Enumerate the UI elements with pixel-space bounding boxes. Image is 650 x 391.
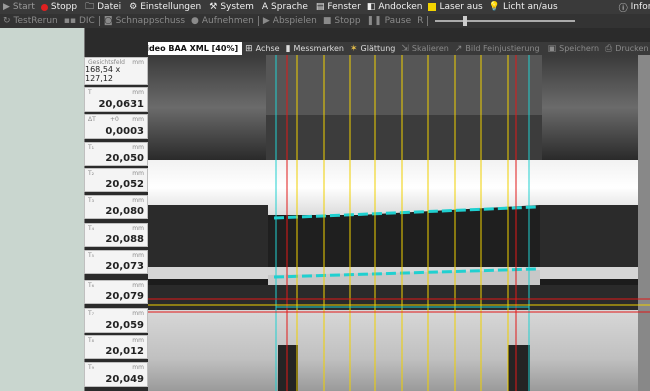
adjust-icon: ↗ [454, 43, 463, 54]
field-delta-t: ΔT +0 mm 0,0003 [84, 114, 148, 139]
pause-icon: ❚❚ [366, 16, 382, 26]
laser-aus-button[interactable]: Laser aus [425, 0, 485, 14]
stopp-button[interactable]: Stopp [38, 0, 80, 14]
stop-icon: ■ [322, 16, 332, 26]
field-gesichtsfeld: Gesichtsfeld mm 168,54 x 127,12 [84, 57, 148, 85]
record-icon: ● [191, 16, 199, 26]
separator [427, 16, 429, 26]
info-menu[interactable]: ⓘ Infor [616, 0, 650, 14]
camera-panel-toolbar: 1. Kamera - video BAA XML [40%] ⊞Achse ▮… [148, 42, 650, 55]
sprache-menu[interactable]: A Sprache [259, 0, 311, 14]
datei-menu[interactable]: 🗀 Datei [82, 0, 124, 14]
stopp-playback-button[interactable]: ■ Stopp [320, 14, 364, 28]
sidebar [0, 28, 84, 391]
feinjustierung-button[interactable]: ↗ Bild Feinjustierung [452, 42, 543, 55]
main-toolbar: ▶ Start Stopp 🗀 Datei ⚙ Einstellungen ⚒ Syst… [0, 0, 650, 14]
smooth-icon: ✶ [350, 43, 358, 54]
separator [98, 16, 100, 26]
schnappschuss-button[interactable]: ◙ Schnappschuss [101, 14, 188, 28]
camera-tab[interactable]: 1. Kamera - video BAA XML [40%] [148, 42, 243, 55]
field-t7: T₇ mm 20,059 [84, 308, 148, 333]
info-icon: ⓘ [618, 3, 628, 14]
fenster-menu[interactable]: ▤ Fenster [313, 0, 364, 14]
play-icon: ▶ [262, 16, 270, 26]
system-icon: ⚒ [209, 2, 218, 12]
andocken-button[interactable]: ◧ Andocken [364, 0, 426, 14]
left-shoulder [148, 205, 268, 267]
field-t5: T₅ mm 20,073 [84, 250, 148, 274]
lower-lit [148, 310, 650, 391]
scale-icon: ⇲ [401, 43, 409, 54]
camera-image [148, 55, 650, 391]
marker-icon: ▮ [285, 43, 291, 54]
playback-slider[interactable] [435, 16, 576, 26]
play-icon: ▶ [3, 2, 10, 12]
language-icon: A [261, 2, 269, 12]
print-icon: ⎙ [605, 43, 613, 54]
file-icon: 🗀 [85, 2, 95, 12]
pause-button[interactable]: ❚❚ Pause [364, 14, 415, 28]
glaettung-button[interactable]: ✶ Glättung [347, 42, 398, 55]
upper-clamp [266, 55, 542, 125]
testrerun-button[interactable]: ↻ TestRerun [0, 14, 61, 28]
field-t8: T₈ mm 20,012 [84, 335, 148, 359]
stop-dot-icon [40, 3, 48, 11]
licht-button[interactable]: 💡 Licht an/aus [486, 0, 561, 14]
camera-icon: ◙ [103, 16, 113, 26]
rewind-button[interactable]: R [414, 14, 426, 28]
rerun-icon: ↻ [3, 16, 11, 26]
system-menu[interactable]: ⚒ System [206, 0, 257, 14]
camera-view[interactable] [148, 55, 650, 391]
field-t4: T₄ mm 20,088 [84, 223, 148, 247]
einstellungen-menu[interactable]: ⚙ Einstellungen [126, 0, 204, 14]
field-t9: T₉ mm 20,049 [84, 362, 148, 387]
separator [257, 16, 259, 26]
save-icon: ▣ [547, 43, 557, 54]
playback-slider-knob[interactable] [463, 16, 468, 26]
window-icon: ▤ [315, 2, 325, 12]
lower-clamp-left [278, 345, 298, 391]
dic-icon: ▪▪ [63, 16, 76, 26]
upper-clamp-shadow [266, 115, 542, 160]
drucken-button[interactable]: ⎙ Drucken [602, 42, 650, 55]
field-t3: T₃ mm 20,080 [84, 195, 148, 219]
right-scale [638, 55, 650, 391]
axis-icon: ⊞ [245, 43, 253, 54]
field-t6: T₆ mm 20,079 [84, 280, 148, 304]
settings-icon: ⚙ [129, 2, 138, 12]
field-t: T mm 20,0631 [84, 87, 148, 112]
aufnehmen-button[interactable]: ● Aufnehmen [188, 14, 257, 28]
achse-button[interactable]: ⊞ Achse [242, 42, 282, 55]
recording-toolbar: ↻ TestRerun ▪▪ DIC ◙ Schnappschuss ● Aufnehm… [0, 14, 650, 28]
dic-button[interactable]: ▪▪ DIC [61, 14, 98, 28]
lower-clamp-right [508, 345, 530, 391]
field-t2: T₂ mm 20,052 [84, 168, 148, 192]
dock-icon: ◧ [366, 2, 376, 12]
skalieren-button[interactable]: ⇲ Skalieren [398, 42, 452, 55]
start-button[interactable]: ▶ Start [0, 0, 38, 14]
speichern-button[interactable]: ▣ Speichern [545, 42, 602, 55]
bulb-icon: 💡 [488, 2, 500, 12]
abspielen-button[interactable]: ▶ Abspielen [260, 14, 320, 28]
laser-icon [428, 3, 437, 11]
right-shoulder [540, 205, 650, 267]
messmarken-button[interactable]: ▮ Messmarken [283, 42, 347, 55]
field-t1: T₁ mm 20,050 [84, 142, 148, 166]
